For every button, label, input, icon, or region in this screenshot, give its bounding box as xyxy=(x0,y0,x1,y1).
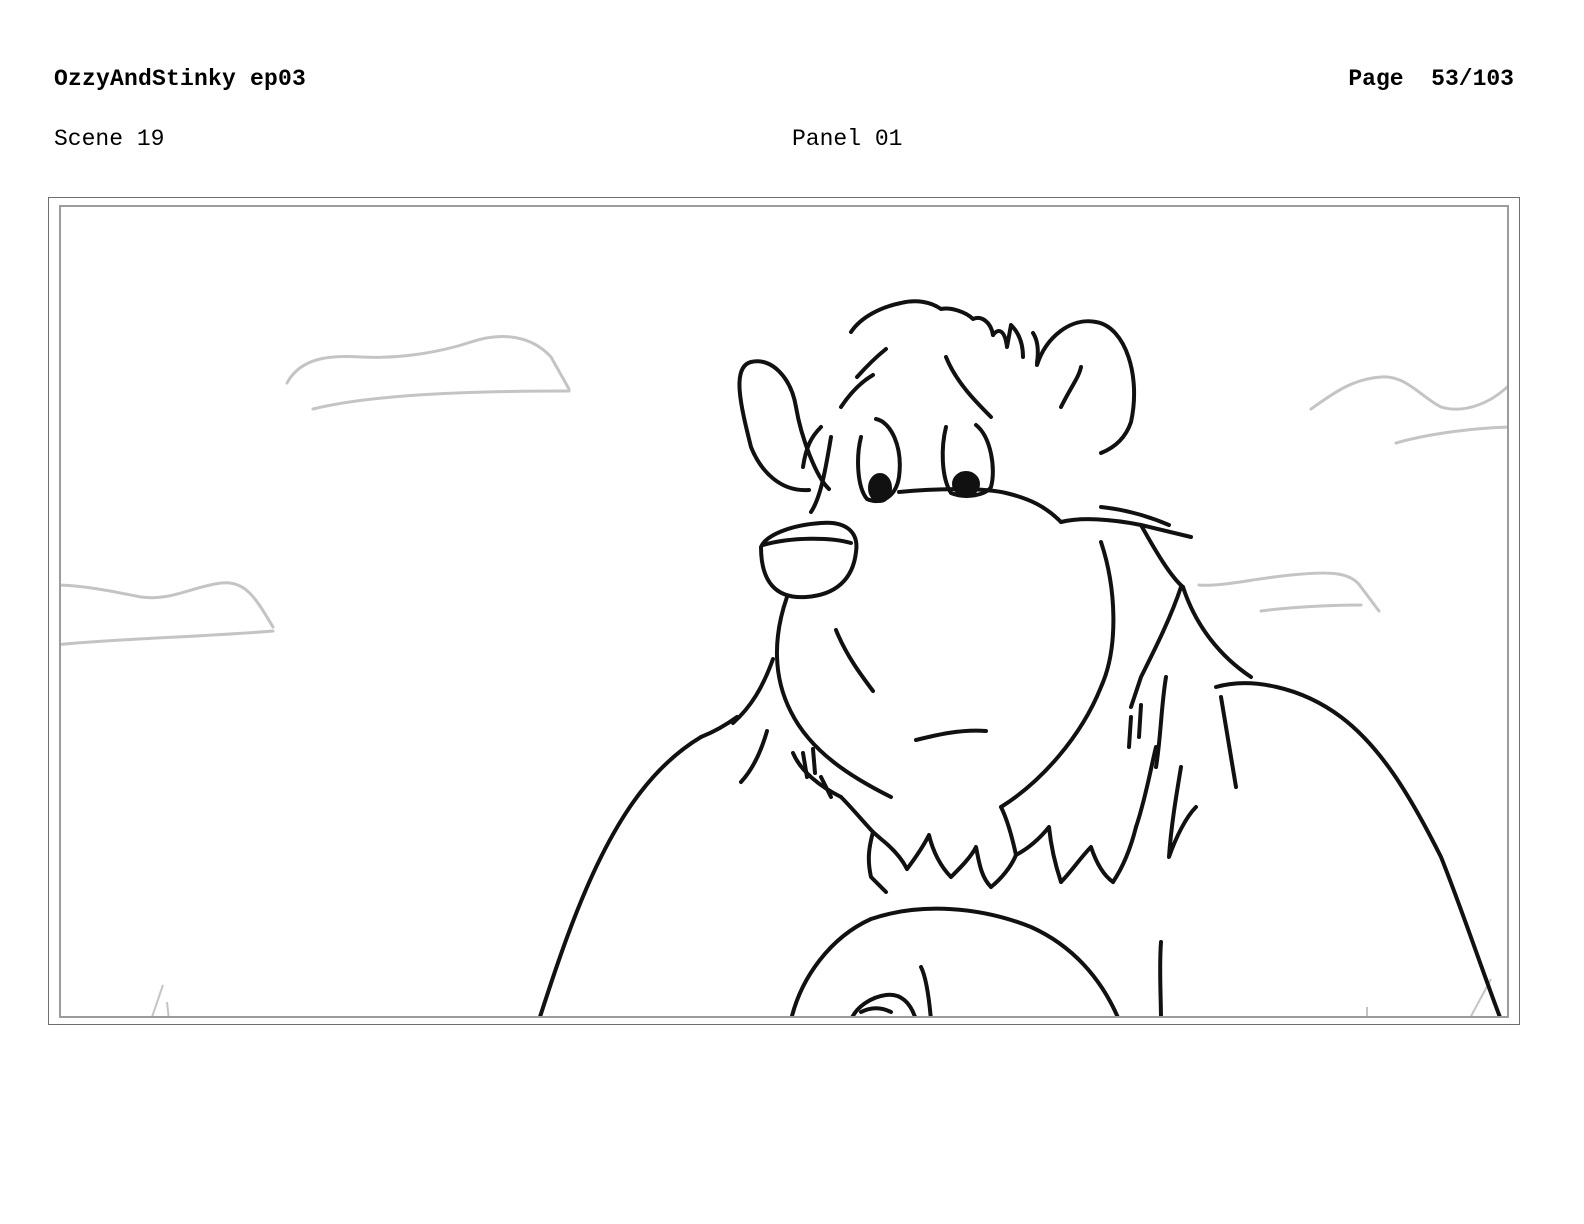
cloud-sketch-icon xyxy=(61,581,275,646)
panel-label: Panel 01 xyxy=(792,126,903,152)
cloud-sketch-icon xyxy=(285,335,571,411)
cloud-sketch-icon xyxy=(1309,375,1507,445)
document-title: OzzyAndStinky ep03 xyxy=(54,66,307,92)
cloud-sketch-icon xyxy=(1197,571,1381,613)
scene-label: Scene 19 xyxy=(54,126,165,152)
storyboard-panel-frame xyxy=(59,205,1509,1018)
bear-character-sketch-icon xyxy=(538,299,1502,1016)
page-number: Page 53/103 xyxy=(1348,66,1514,92)
grass-sketch-icon xyxy=(151,978,1492,1016)
storyboard-sketch xyxy=(61,299,1507,1016)
